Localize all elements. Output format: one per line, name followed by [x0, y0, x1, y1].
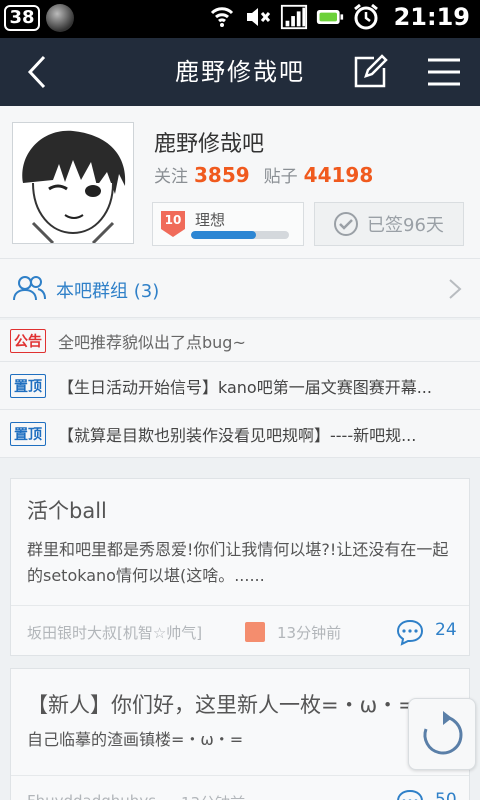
thread-time: 13分钟前: [181, 792, 245, 800]
member-level[interactable]: 10 理想: [152, 202, 304, 246]
check-circle-icon: [334, 212, 358, 236]
comment-icon: [396, 619, 424, 646]
forum-stats: 关注 3859 贴子 44198: [154, 162, 381, 187]
thread-title: 活个ball: [27, 499, 107, 523]
signal-3g-icon: [280, 3, 308, 31]
gender-icon: [245, 622, 265, 642]
announcement-tag: 公告: [10, 328, 46, 353]
forum-avatar[interactable]: [12, 122, 134, 244]
reply-count: 24: [435, 620, 457, 640]
thread-card[interactable]: 【新人】你们好，这里新人一枚=・ω・= 自己临摹的渣画镇楼=・ω・= Fhuyd…: [10, 668, 470, 800]
thread-title: 【新人】你们好，这里新人一枚=・ω・=: [27, 693, 416, 717]
notice-text: 【生日活动开始信号】kano吧第一届文赛图赛开幕...: [58, 377, 432, 397]
battery-icon: [316, 3, 344, 31]
thread-excerpt: 群里和吧里都是秀恩爱!你们让我情何以堪?!让还没有在一起的setokano情何以…: [27, 540, 449, 585]
status-time: 21:19: [393, 3, 470, 31]
refresh-button[interactable]: [408, 698, 476, 770]
notice-text: 【就算是目欺也别装作没看见吧规啊】----新吧规...: [58, 425, 417, 445]
sign-in-text: 已签96天: [367, 215, 444, 236]
page-title: 鹿野修哉吧: [175, 58, 305, 86]
follow-count: 3859: [194, 163, 250, 187]
thread-footer: Fhuyddadghuhys 13分钟前 50: [11, 775, 469, 800]
wifi-icon: [208, 3, 236, 31]
comment-icon: [397, 789, 423, 800]
pinned-tag: 置顶: [10, 421, 46, 446]
sign-in-status[interactable]: 已签96天: [314, 202, 464, 246]
avatar-illustration: [13, 123, 133, 243]
follow-label: 关注: [154, 167, 188, 187]
notice-text: 全吧推荐貌似出了点bug~: [58, 332, 246, 352]
forum-info-card: 鹿野修哉吧 关注 3859 贴子 44198 10 理想 已签96天: [0, 106, 480, 258]
edit-icon: [354, 54, 388, 88]
thread-author[interactable]: 坂田银时大叔[机智☆帅气]: [27, 622, 202, 643]
thread-excerpt: 自己临摹的渣画镇楼=・ω・=: [27, 730, 244, 749]
level-name: 理想: [195, 211, 226, 229]
notice-item[interactable]: 置顶 【生日活动开始信号】kano吧第一届文赛图赛开幕...: [0, 362, 480, 410]
level-progress-bar: [191, 231, 289, 239]
notice-item[interactable]: 公告 全吧推荐貌似出了点bug~: [0, 320, 480, 362]
thread-time: 13分钟前: [277, 624, 342, 642]
posts-label: 贴子: [263, 167, 298, 187]
alarm-icon: [352, 3, 380, 31]
thread-card[interactable]: 活个ball 群里和吧里都是秀恩爱!你们让我情何以堪?!让还没有在一起的seto…: [10, 478, 470, 656]
status-bar: 38 21:19: [0, 0, 480, 38]
level-number: 10: [164, 213, 182, 227]
thread-footer: 坂田银时大叔[机智☆帅气] 13分钟前 24: [11, 605, 469, 657]
group-icon: [13, 276, 46, 301]
groups-label: 本吧群组 (3): [56, 281, 160, 302]
menu-icon: [428, 58, 460, 86]
level-progress-fill: [191, 231, 256, 239]
volume-muted-icon: [244, 3, 272, 31]
edit-post-button[interactable]: [352, 54, 388, 90]
posts-count: 44198: [303, 163, 374, 187]
notice-item[interactable]: 置顶 【就算是目欺也别装作没看见吧规啊】----新吧规...: [0, 410, 480, 458]
pinned-tag: 置顶: [10, 373, 46, 398]
thread-author[interactable]: Fhuyddadghuhys: [27, 792, 156, 800]
forum-name: 鹿野修哉吧: [154, 132, 265, 157]
refresh-icon: [423, 711, 463, 755]
notification-badge: 38: [4, 5, 40, 31]
reply-count: 50: [435, 790, 457, 800]
forum-groups-row[interactable]: 本吧群组 (3): [0, 258, 480, 318]
chevron-right-icon: [449, 279, 462, 299]
menu-button[interactable]: [426, 56, 462, 88]
notification-app-icon: [46, 4, 74, 32]
app-header: 鹿野修哉吧: [0, 38, 480, 106]
pinned-notices: 公告 全吧推荐貌似出了点bug~ 置顶 【生日活动开始信号】kano吧第一届文赛…: [0, 320, 480, 458]
